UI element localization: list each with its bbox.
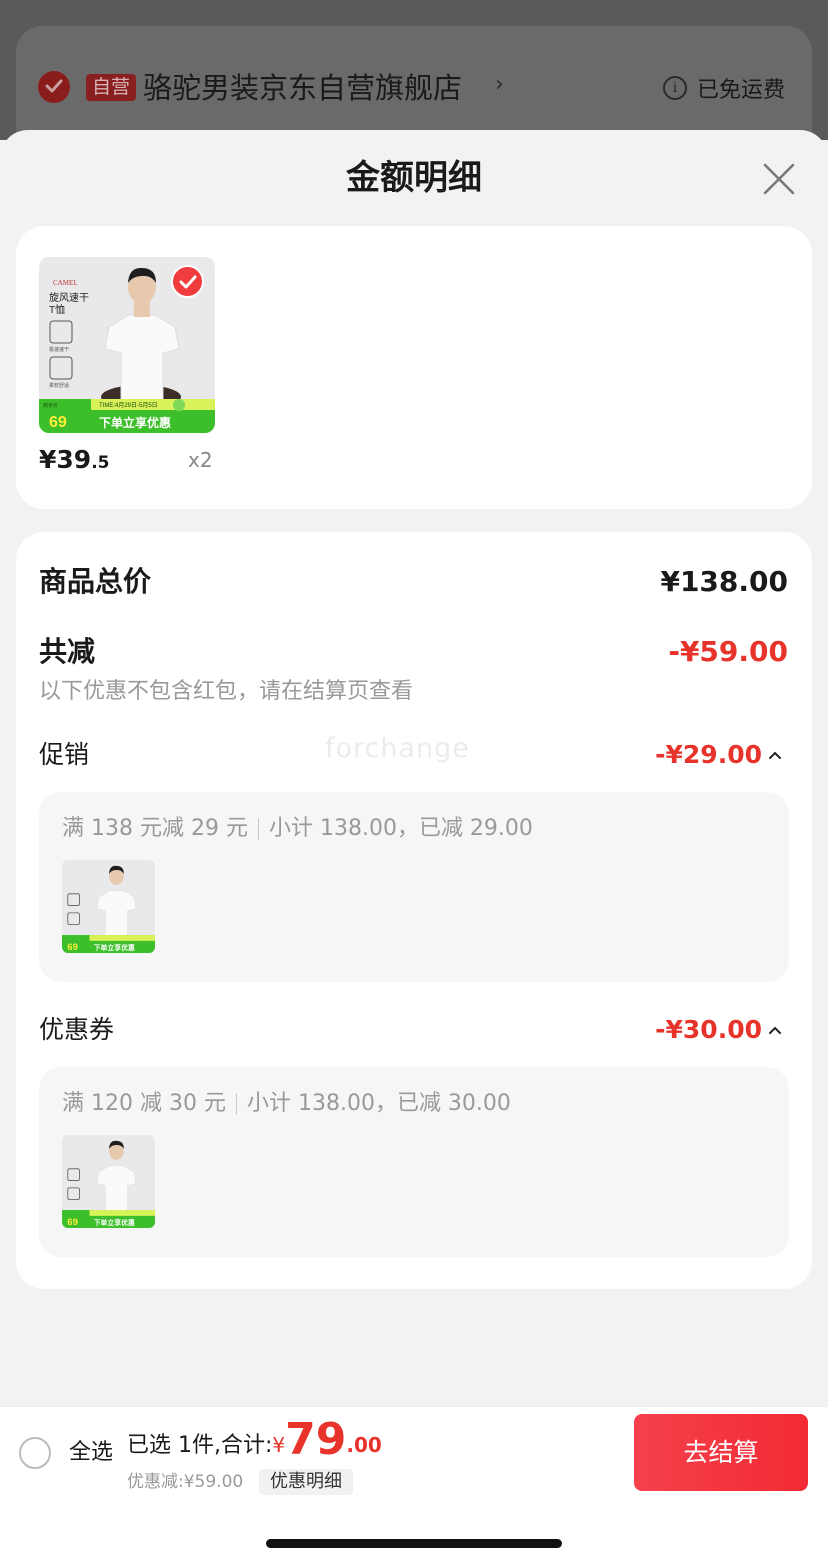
coupon-value[interactable]: -¥30.00 <box>655 1013 762 1047</box>
product-card: CAMEL 旋风速干 T恤 极速速干 柔软舒适 TIME:4月29日-5月5日 … <box>16 226 812 509</box>
coupon-label: 优惠券 <box>39 1015 115 1044</box>
goods-total-label: 商品总价 <box>39 565 152 598</box>
info-icon[interactable]: i <box>663 76 687 100</box>
select-all-label[interactable]: 全选 <box>69 1438 113 1468</box>
promotion-detail-box: 满 138 元减 29 元小计 138.00，已减 29.00 69 下单立享优… <box>39 792 789 982</box>
svg-text:柔软舒适: 柔软舒适 <box>49 382 69 389</box>
checkmark-icon <box>179 275 197 289</box>
amount-detail-card: 商品总价 ¥138.00 共减 -¥59.00 以下优惠不包含红包，请在结算页查… <box>16 532 812 1289</box>
tshirt-thumbnail-image: 69 下单立享优惠 <box>62 860 155 953</box>
svg-text:69: 69 <box>67 1217 78 1228</box>
chevron-right-icon[interactable]: › <box>495 72 504 97</box>
discount-summary: 优惠减:¥59.00 <box>127 1472 244 1492</box>
checkout-button[interactable]: 去结算 <box>634 1414 808 1491</box>
chevron-up-icon[interactable] <box>768 748 782 762</box>
amount-detail-sheet: 金额明细 CAMEL 旋风速干 T恤 极速速干 柔软舒适 TIME:4月29日-… <box>0 130 828 1406</box>
coupon-detail-box: 满 120 减 30 元小计 138.00，已减 30.00 69 下单立享优惠 <box>39 1067 789 1257</box>
svg-text:极速速干: 极速速干 <box>49 346 69 353</box>
total-discount-value: -¥59.00 <box>668 635 788 668</box>
close-icon[interactable] <box>762 162 796 196</box>
home-indicator-area <box>0 1498 828 1564</box>
coupon-product-thumbnail[interactable]: 69 下单立享优惠 <box>62 1135 155 1228</box>
promotion-value[interactable]: -¥29.00 <box>655 738 762 772</box>
svg-text:旋风速干: 旋风速干 <box>49 291 89 304</box>
total-discount-label: 共减 <box>39 635 96 668</box>
tshirt-thumbnail-image: 69 下单立享优惠 <box>62 1135 155 1228</box>
product-price: ¥39.5 <box>39 445 110 474</box>
checkmark-icon <box>45 79 63 93</box>
sheet-title: 金额明细 <box>346 158 482 198</box>
product-quantity: x2 <box>188 448 213 472</box>
order-total: 已选 1件,合计:¥79.00 <box>127 1414 382 1465</box>
home-indicator[interactable] <box>266 1539 562 1548</box>
select-all-radio[interactable] <box>19 1437 51 1469</box>
svg-text:下单立享优惠: 下单立享优惠 <box>99 415 171 430</box>
self-operated-badge: 自营 <box>86 74 137 101</box>
discount-detail-button[interactable]: 优惠明细 <box>259 1469 353 1495</box>
svg-text:到手价: 到手价 <box>43 402 58 409</box>
shipping-status: 已免运费 <box>697 78 786 103</box>
chevron-up-icon[interactable] <box>768 1023 782 1037</box>
promotion-rule: 满 138 元减 29 元小计 138.00，已减 29.00 <box>62 816 533 841</box>
store-checkbox[interactable] <box>38 71 70 103</box>
goods-total-value: ¥138.00 <box>660 565 788 598</box>
watermark: forchange <box>325 733 470 764</box>
promotion-label: 促销 <box>39 740 90 769</box>
svg-text:69: 69 <box>49 414 67 431</box>
svg-text:T恤: T恤 <box>49 303 65 316</box>
product-checkbox[interactable] <box>171 265 204 298</box>
discount-note: 以下优惠不包含红包，请在结算页查看 <box>39 679 414 704</box>
svg-text:69: 69 <box>67 942 78 953</box>
checkout-bar: 全选 已选 1件,合计:¥79.00 优惠减:¥59.00 优惠明细 去结算 <box>0 1406 828 1498</box>
promotion-product-thumbnail[interactable]: 69 下单立享优惠 <box>62 860 155 953</box>
svg-text:TIME:4月29日-5月5日: TIME:4月29日-5月5日 <box>99 402 158 409</box>
store-name[interactable]: 骆驼男装京东自营旗舰店 <box>143 70 462 106</box>
brand-logo-text: CAMEL <box>53 279 78 287</box>
coupon-rule: 满 120 减 30 元小计 138.00，已减 30.00 <box>62 1091 511 1116</box>
